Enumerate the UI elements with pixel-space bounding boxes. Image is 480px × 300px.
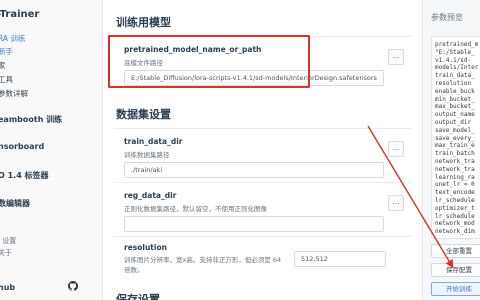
sidebar-item-tagger[interactable]: O 1.4 标签器 (0, 170, 49, 181)
preview-code-line: save_every_ (435, 134, 475, 142)
reg-dir-input[interactable] (124, 216, 384, 232)
preview-code-line: output_name (435, 111, 475, 119)
preview-code-line: network_tra (435, 158, 475, 165)
preview-code-line: lr_schedule (435, 197, 475, 204)
preview-code-line: "E:/Stable_ (435, 48, 475, 56)
train-dir-picker-button[interactable]: ... (388, 141, 404, 157)
field-name-reg-dir: reg_data_dir (124, 191, 177, 200)
params-preview-panel: 参数预览 pretrained_m "E:/Stable_ v1.4.1/sd-mo… (422, 0, 480, 300)
github-icon[interactable] (68, 281, 78, 291)
train-dir-input[interactable]: ./train/aki (124, 162, 384, 178)
sidebar: -Trainer RA 训练 新手 家 工具 参数详解 eambooth 训练 … (0, 0, 103, 300)
preview-code-line: min_bucket_ (435, 95, 475, 103)
app-title: -Trainer (0, 9, 40, 20)
preview-code-line: pretrained_m (435, 41, 479, 48)
sidebar-item-github[interactable]: hub (0, 283, 15, 292)
section-title-dataset: 数据集设置 (116, 108, 171, 121)
sidebar-item-tools[interactable]: 工具 (0, 74, 13, 85)
preview-code-line: resolution (435, 80, 472, 87)
reset-all-button[interactable]: 全部重置 (431, 244, 480, 258)
field-desc-train-dir: 训练数据集路径 (124, 151, 170, 159)
sidebar-item-lora-train[interactable]: RA 训练 (0, 33, 25, 44)
section-title-model: 训练用模型 (116, 16, 171, 29)
resolution-card: resolution 训练图片分辨率，宽x高。支持非正方形，但必须是 64 倍数… (114, 236, 412, 286)
preview-code-box[interactable]: pretrained_m "E:/Stable_ v1.4.1/sd-models/… (431, 36, 480, 239)
train-dir-card: train_data_dir 训练数据集路径 ./train/aki ... (114, 128, 412, 182)
preview-code-line: lr_schedule (435, 212, 475, 220)
field-desc-reg-dir: 正则化数据集路径，默认留空，不使用正则化图像 (124, 205, 267, 213)
preview-code-line: output_dir (435, 119, 472, 126)
field-name-resolution: resolution (124, 243, 167, 252)
preview-code-line: learning_ra (435, 173, 475, 181)
preview-code-line: text_encode (435, 189, 475, 197)
preview-code-line: v1.4.1/sd- (435, 56, 472, 64)
preview-code-line: train_data_ (435, 72, 475, 80)
sidebar-item-about[interactable]: 关于 (0, 248, 12, 258)
preview-code-line: optimizer_t (435, 204, 475, 212)
preview-code-line: models/Inter (435, 64, 479, 72)
sidebar-item-dreambooth[interactable]: eambooth 训练 (0, 114, 62, 125)
highlight-box (108, 35, 310, 88)
sidebar-item-tag-editor[interactable]: 数编辑器 (0, 198, 30, 209)
reg-dir-picker-button[interactable]: ... (388, 195, 404, 211)
sidebar-item-beginner[interactable]: 新手 (0, 46, 13, 57)
model-path-picker-button[interactable]: ... (388, 49, 404, 65)
preview-code-line: unet_lr = 0 (435, 181, 475, 189)
section-title-save: 保存设置 (116, 293, 160, 300)
preview-code-line: network_mod (435, 220, 475, 228)
sidebar-item-ui-settings[interactable]: I 设置 (0, 236, 16, 246)
preview-code-line: network_dim (435, 228, 475, 236)
sidebar-item-param-docs[interactable]: 参数详解 (0, 88, 28, 99)
field-name-train-dir: train_data_dir (124, 137, 183, 146)
preview-code-line: enable_buck (435, 87, 475, 95)
preview-title: 参数预览 (431, 13, 463, 22)
resolution-input[interactable]: 512,512 (294, 251, 386, 267)
save-config-button[interactable]: 保存配置 (431, 263, 480, 277)
start-training-button[interactable]: 开始训练 (431, 282, 480, 296)
sidebar-item-tensorboard[interactable]: nsorboard (0, 142, 44, 151)
reg-dir-card: reg_data_dir 正则化数据集路径，默认留空，不使用正则化图像 ... (114, 182, 412, 236)
preview-code-line: save_model_ (435, 126, 475, 134)
preview-code-line: max_train_e (435, 142, 475, 150)
field-desc-resolution: 训练图片分辨率，宽x高。支持非正方形，但必须是 64 倍数。 (124, 256, 282, 274)
preview-code-line: train_batch (435, 150, 475, 158)
preview-code-line: network_tra (435, 165, 475, 173)
sidebar-item-expert[interactable]: 家 (0, 60, 6, 71)
preview-code-line: max_bucket_ (435, 103, 475, 111)
